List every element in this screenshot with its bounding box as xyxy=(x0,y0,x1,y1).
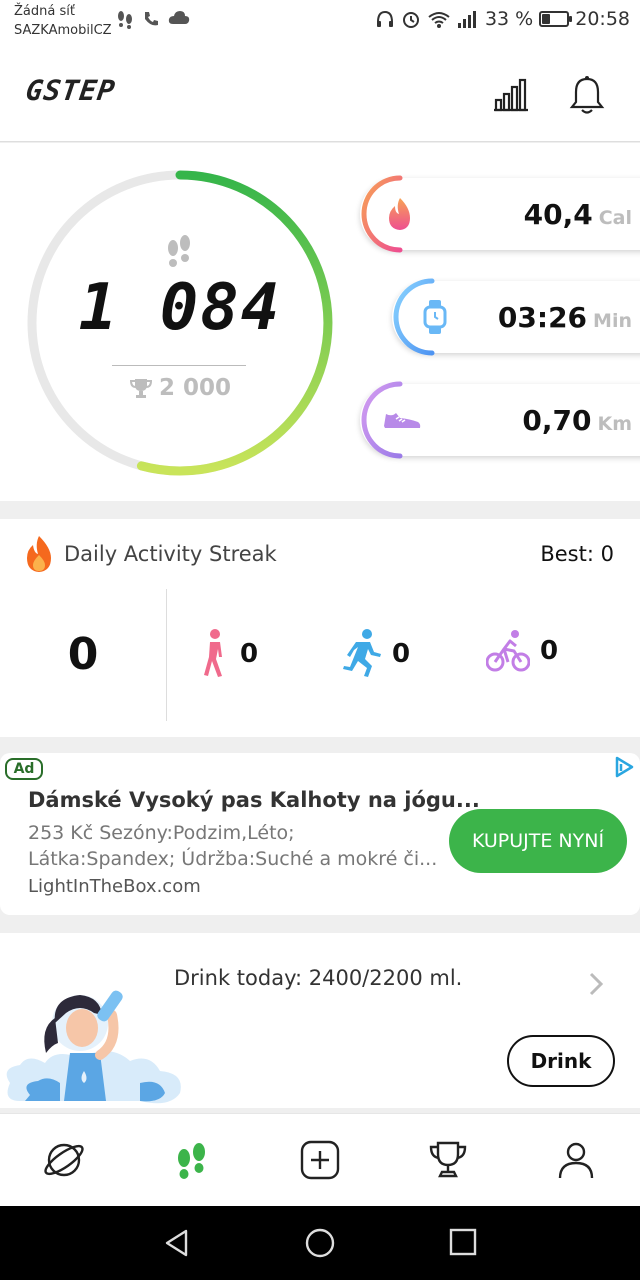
plus-icon xyxy=(300,1140,340,1180)
streak-count: 0 xyxy=(67,629,99,680)
wifi-icon xyxy=(428,12,450,28)
status-left-icons xyxy=(116,10,190,30)
streak-title: Daily Activity Streak xyxy=(64,542,277,566)
fire-icon xyxy=(27,536,51,572)
drink-card[interactable]: Drink today: 2400/2200 ml. Drink xyxy=(0,933,640,1108)
carrier-name: SAZKAmobilCZ xyxy=(14,23,112,38)
recents-icon[interactable] xyxy=(449,1228,477,1256)
planet-icon xyxy=(44,1143,84,1177)
run-count: 0 xyxy=(392,639,411,669)
alarm-icon xyxy=(402,12,419,28)
nav-achievements[interactable] xyxy=(426,1138,470,1182)
footsteps-icon xyxy=(118,11,132,29)
watch-icon xyxy=(423,300,447,334)
drink-summary: Drink today: 2400/2200 ml. xyxy=(174,966,463,990)
walking-icon xyxy=(204,629,222,677)
nav-explore[interactable] xyxy=(42,1138,86,1182)
calories-value: 40,4 Cal xyxy=(523,198,632,231)
ad-title[interactable]: Dámské Vysoký pas Kalhoty na jógu... xyxy=(28,788,480,812)
time-stat[interactable]: 03:26 Min xyxy=(392,278,640,356)
nav-steps[interactable] xyxy=(170,1138,214,1182)
ad-description-line2: Látka:Spandex; Údržba:Suché a mokré či..… xyxy=(28,848,438,870)
battery-level xyxy=(542,14,551,24)
phone-icon xyxy=(145,12,158,26)
flame-icon xyxy=(389,198,410,230)
stats-button[interactable] xyxy=(490,74,532,116)
cycling-icon xyxy=(486,630,530,672)
step-count: 1 084 xyxy=(78,271,282,345)
back-icon[interactable] xyxy=(162,1228,192,1258)
drinking-girl-illustration xyxy=(6,990,181,1104)
step-goal: 2 000 xyxy=(24,375,336,401)
walk-count: 0 xyxy=(240,639,259,669)
trophy-icon xyxy=(129,379,152,398)
divider xyxy=(112,365,246,366)
stats-bars-icon xyxy=(494,78,528,112)
signal-icon xyxy=(457,11,476,28)
time-value: 03:26 Min xyxy=(497,301,632,334)
app-logo: GSTEP xyxy=(23,74,118,107)
drink-button[interactable]: Drink xyxy=(507,1035,615,1087)
step-goal-value: 2 000 xyxy=(158,375,232,401)
distance-value: 0,70 Km xyxy=(522,404,632,437)
footsteps-icon xyxy=(178,1143,205,1179)
notifications-button[interactable] xyxy=(566,74,608,116)
shoe-icon xyxy=(384,413,421,428)
bell-icon xyxy=(569,76,605,114)
ad-badge: Ad xyxy=(5,758,43,780)
app-header: GSTEP xyxy=(0,44,640,142)
person-icon xyxy=(558,1142,594,1179)
trophy-icon xyxy=(429,1141,467,1178)
ad-description-line1: 253 Kč Sezóny:Podzim,Léto; xyxy=(28,822,295,844)
bike-streak: 0 xyxy=(486,629,558,673)
bottom-nav xyxy=(0,1113,640,1206)
nav-profile[interactable] xyxy=(554,1138,598,1182)
cloud-icon xyxy=(168,11,190,24)
system-navigation-bar xyxy=(0,1206,640,1280)
run-streak: 0 xyxy=(340,629,410,679)
status-bar: Žádná síť SAZKAmobilCZ 33 % 20:58 xyxy=(0,0,640,44)
battery-icon xyxy=(539,11,573,27)
carrier-label: Žádná síť xyxy=(14,4,75,19)
ad-buy-button[interactable]: KUPUJTE NYNÍ xyxy=(449,809,627,873)
steps-progress-card[interactable]: 1 084 2 000 40,4 Cal 03:26 Min 0,70 Km xyxy=(0,143,640,501)
nav-add[interactable] xyxy=(298,1138,342,1182)
walk-streak: 0 xyxy=(200,629,258,679)
ad-source: LightInTheBox.com xyxy=(28,876,201,897)
status-right-icons: 33 % 20:58 xyxy=(375,8,630,30)
distance-stat[interactable]: 0,70 Km xyxy=(360,381,640,459)
clock: 20:58 xyxy=(575,8,630,30)
calories-stat[interactable]: 40,4 Cal xyxy=(360,175,640,253)
footsteps-icon xyxy=(168,235,190,267)
chevron-right-icon[interactable] xyxy=(588,971,604,997)
adchoices-icon[interactable] xyxy=(612,755,636,779)
bike-count: 0 xyxy=(540,636,559,666)
headphones-icon xyxy=(376,10,393,27)
divider xyxy=(166,589,167,721)
running-icon xyxy=(343,629,381,677)
ad-card[interactable]: Ad Dámské Vysoký pas Kalhoty na jógu... … xyxy=(0,753,640,915)
home-icon[interactable] xyxy=(304,1228,336,1260)
activity-streak-card[interactable]: Daily Activity Streak Best: 0 0 0 0 0 xyxy=(0,519,640,737)
streak-best: Best: 0 xyxy=(540,542,614,566)
battery-percent: 33 % xyxy=(484,8,534,30)
